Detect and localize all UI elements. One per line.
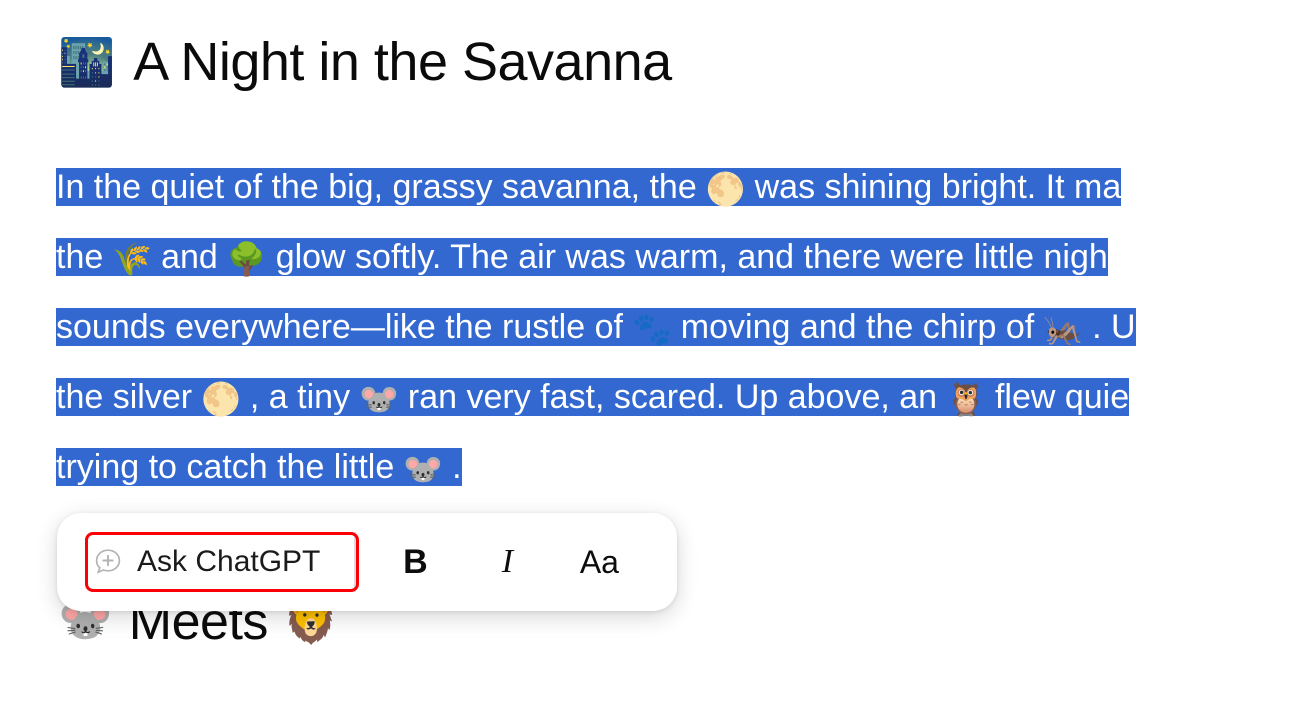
selected-paragraph[interactable]: In the quiet of the big, grassy savanna,… (56, 152, 1312, 502)
inline-emoji: 🌕 (201, 381, 241, 417)
paragraph-line: trying to catch the little 🐭. (56, 432, 1312, 502)
inline-emoji: 🌾 (112, 241, 153, 277)
page-title-text: A Night in the Savanna (133, 32, 672, 92)
inline-text: the (56, 238, 104, 276)
inline-text: the silver (56, 378, 193, 416)
text-selection[interactable]: trying to catch the little 🐭. (56, 448, 462, 487)
inline-text: moving and the chirp of (680, 308, 1035, 346)
text-selection[interactable]: the 🌾 and 🌳 glow softly. The air was warm, a… (56, 238, 1108, 277)
paragraph-line: In the quiet of the big, grassy savanna,… (56, 152, 1312, 222)
inline-text: In the quiet of the big, grassy savanna,… (56, 168, 697, 206)
inline-text: . U (1092, 308, 1136, 346)
font-style-button[interactable]: Aa (562, 529, 636, 595)
inline-emoji: 🐭 (359, 381, 399, 417)
paragraph-line: the silver 🌕, a tiny 🐭 ran very fast, scare… (56, 362, 1312, 432)
ask-chatgpt-button[interactable]: Ask ChatGPT (87, 534, 326, 590)
inline-emoji: 🐾 (631, 311, 672, 347)
selection-toolbar: Ask ChatGPT B I Aa (57, 513, 677, 611)
page-title: 🌃 A Night in the Savanna (58, 34, 672, 91)
inline-emoji: 🐭 (403, 451, 444, 487)
inline-emoji: 🦗 (1043, 311, 1084, 347)
paragraph-line: sounds everywhere—like the rustle of 🐾 mov… (56, 292, 1312, 362)
inline-text: . (452, 448, 462, 486)
inline-emoji: 🦉 (946, 381, 986, 417)
text-selection[interactable]: sounds everywhere—like the rustle of 🐾 mov… (56, 308, 1136, 347)
paragraph-line: the 🌾 and 🌳 glow softly. The air was warm, a… (56, 222, 1312, 292)
inline-text: was shining bright. It ma (754, 168, 1122, 206)
bold-button[interactable]: B (378, 529, 452, 595)
inline-emoji: 🌳 (226, 241, 267, 277)
inline-text: flew quie (994, 378, 1130, 416)
editor-page: 🌃 A Night in the Savanna In the quiet of… (0, 0, 1312, 708)
toolbar-divider (354, 532, 357, 592)
italic-button[interactable]: I (470, 529, 544, 595)
chat-bubble-plus-icon (93, 547, 123, 577)
inline-text: glow softly. The air was warm, and there… (275, 238, 1108, 276)
night-city-icon: 🌃 (58, 36, 116, 89)
document-body[interactable]: In the quiet of the big, grassy savanna,… (56, 152, 1312, 502)
text-selection[interactable]: the silver 🌕, a tiny 🐭 ran very fast, scare… (56, 378, 1130, 417)
inline-text: sounds everywhere—like the rustle of (56, 308, 623, 346)
inline-text: , a tiny (249, 378, 351, 416)
inline-text: trying to catch the little (56, 448, 395, 486)
inline-text: ran very fast, scared. Up above, an (407, 378, 938, 416)
inline-emoji: 🌕 (705, 171, 746, 207)
text-selection[interactable]: In the quiet of the big, grassy savanna,… (56, 168, 1122, 207)
ask-chatgpt-label: Ask ChatGPT (137, 545, 321, 578)
inline-text: and (161, 238, 218, 276)
